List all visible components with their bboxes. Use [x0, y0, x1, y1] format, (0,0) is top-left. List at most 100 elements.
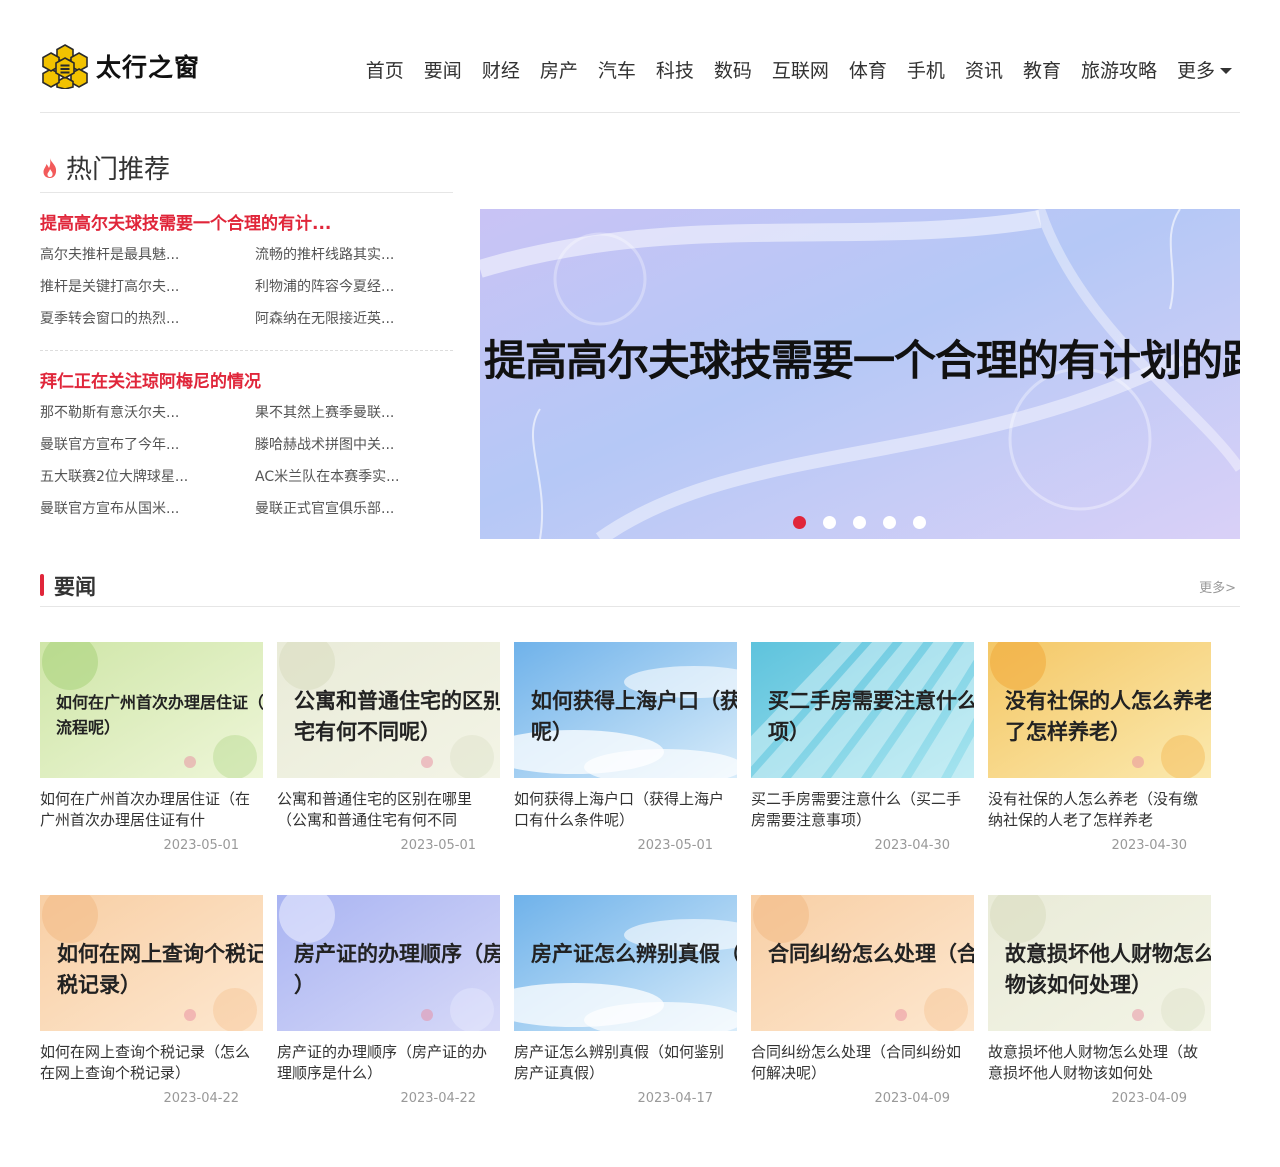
- news-card-title[interactable]: 如何在广州首次办理居住证（在广州首次办理居住证有什: [40, 789, 263, 831]
- news-card[interactable]: 如何在网上查询个税记 税记录） 如何在网上查询个税记录（怎么在网上查询个税记录） 20…: [40, 895, 263, 1106]
- news-thumbnail[interactable]: 如何在网上查询个税记 税记录）: [40, 895, 263, 1031]
- banner-carousel[interactable]: 提高高尔夫球技需要一个合理的有计划的路径: [480, 209, 1240, 539]
- hot-link[interactable]: 曼联官方宣布从国米...: [40, 498, 255, 520]
- news-thumbnail[interactable]: 没有社保的人怎么养老 了怎样养老）: [988, 642, 1211, 778]
- news-card-title[interactable]: 没有社保的人怎么养老（没有缴纳社保的人老了怎样养老: [988, 789, 1211, 831]
- news-card-title[interactable]: 如何在网上查询个税记录（怎么在网上查询个税记录）: [40, 1042, 263, 1084]
- hot-link[interactable]: 那不勒斯有意沃尔夫...: [40, 402, 255, 424]
- hot-link[interactable]: 曼联官方宣布了今年...: [40, 434, 255, 456]
- news-card[interactable]: 如何获得上海户口（获 呢） 如何获得上海户口（获得上海户口有什么条件呢） 2023-0…: [514, 642, 737, 853]
- thumbnail-caption-line: 如何获得上海户口（获: [531, 689, 737, 713]
- hot-link[interactable]: AC米兰队在本赛季实...: [255, 466, 453, 488]
- news-card[interactable]: 如何在广州首次办理居住证（ 流程呢） 如何在广州首次办理居住证（在广州首次办理居住证…: [40, 642, 263, 853]
- news-card-title[interactable]: 故意损坏他人财物怎么处理（故意损坏他人财物该如何处: [988, 1042, 1211, 1084]
- news-thumbnail[interactable]: 合同纠纷怎么处理（合: [751, 895, 974, 1031]
- news-card[interactable]: 房产证怎么辨别真假（如房产证怎么辨别真假（如何鉴别房产证真假） 2023-04-1…: [514, 895, 737, 1106]
- thumbnail-caption: 公寓和普通住宅的区别 宅有何不同呢）: [294, 686, 500, 748]
- nav-item[interactable]: 互联网: [772, 56, 829, 83]
- hot-link[interactable]: 阿森纳在无限接近英...: [255, 308, 453, 330]
- nav-item[interactable]: 财经: [482, 56, 520, 83]
- news-card[interactable]: 买二手房需要注意什么 项） 买二手房需要注意什么（买二手房需要注意事项） 2023-0…: [751, 642, 974, 853]
- news-card-title[interactable]: 如何获得上海户口（获得上海户口有什么条件呢）: [514, 789, 737, 831]
- nav-item[interactable]: 要闻: [424, 56, 462, 83]
- news-card-title[interactable]: 合同纠纷怎么处理（合同纠纷如何解决呢）: [751, 1042, 974, 1084]
- news-card-title[interactable]: 买二手房需要注意什么（买二手房需要注意事项）: [751, 789, 974, 831]
- thumbnail-caption-line: 没有社保的人怎么养老: [1005, 689, 1211, 713]
- hot-group: 拜仁正在关注琼阿梅尼的情况 那不勒斯有意沃尔夫... 果不其然上赛季曼联... 曼联官…: [40, 351, 453, 520]
- nav-item[interactable]: 数码: [714, 56, 752, 83]
- fire-icon: [43, 157, 57, 178]
- news-card[interactable]: 故意损坏他人财物怎么 物该如何处理） 故意损坏他人财物怎么处理（故意损坏他人财物该如…: [988, 895, 1211, 1106]
- carousel-dot[interactable]: [823, 516, 836, 529]
- hot-link[interactable]: 流畅的推杆线路其实...: [255, 244, 453, 266]
- caret-down-icon: [1220, 67, 1232, 74]
- thumbnail-caption: 故意损坏他人财物怎么 物该如何处理）: [1005, 939, 1211, 1001]
- carousel-dot[interactable]: [883, 516, 896, 529]
- carousel-dot[interactable]: [853, 516, 866, 529]
- news-card[interactable]: 没有社保的人怎么养老 了怎样养老） 没有社保的人怎么养老（没有缴纳社保的人老了怎样养…: [988, 642, 1211, 853]
- main-nav: 首页 要闻 财经 房产 汽车 科技 数码 互联网 体育 手机 资讯 教育 旅游攻略 更多: [346, 56, 1232, 83]
- nav-item[interactable]: 手机: [907, 56, 945, 83]
- news-card-date: 2023-04-22: [163, 1091, 239, 1106]
- hot-link[interactable]: 曼联正式官宣俱乐部...: [255, 498, 453, 520]
- thumbnail-caption-line: 房产证怎么辨别真假（如: [531, 942, 737, 966]
- thumbnail-caption-line: 项）: [768, 720, 810, 744]
- news-card[interactable]: 房产证的办理顺序（房 ） 房产证的办理顺序（房产证的办理顺序是什么） 2023-04-…: [277, 895, 500, 1106]
- thumbnail-caption-line: 合同纠纷怎么处理（合: [768, 942, 974, 966]
- hot-lead-link[interactable]: 提高高尔夫球技需要一个合理的有计...: [40, 209, 453, 234]
- thumbnail-caption: 如何在广州首次办理居住证（ 流程呢）: [56, 690, 263, 740]
- hot-link[interactable]: 利物浦的阵容今夏经...: [255, 276, 453, 298]
- carousel-dot[interactable]: [913, 516, 926, 529]
- news-card-title[interactable]: 公寓和普通住宅的区别在哪里（公寓和普通住宅有何不同: [277, 789, 500, 831]
- hot-link[interactable]: 果不其然上赛季曼联...: [255, 402, 453, 424]
- carousel-dot[interactable]: [793, 516, 806, 529]
- nav-item[interactable]: 汽车: [598, 56, 636, 83]
- nav-item[interactable]: 首页: [366, 56, 404, 83]
- thumbnail-caption-line: 如何在网上查询个税记: [57, 942, 263, 966]
- thumbnail-caption: 房产证怎么辨别真假（如: [531, 939, 737, 970]
- news-thumbnail[interactable]: 如何获得上海户口（获 呢）: [514, 642, 737, 778]
- hot-link[interactable]: 高尔夫推杆是最具魅...: [40, 244, 255, 266]
- thumbnail-caption-line: 公寓和普通住宅的区别: [294, 689, 500, 713]
- news-title: 要闻: [54, 575, 96, 599]
- thumbnail-caption-line: 如何在广州首次办理居住证（: [56, 693, 263, 712]
- nav-item[interactable]: 房产: [540, 56, 578, 83]
- news-card-title[interactable]: 房产证的办理顺序（房产证的办理顺序是什么）: [277, 1042, 500, 1084]
- nav-item[interactable]: 资讯: [965, 56, 1003, 83]
- hot-link[interactable]: 五大联赛2位大牌球星...: [40, 466, 255, 488]
- news-card[interactable]: 合同纠纷怎么处理（合 合同纠纷怎么处理（合同纠纷如何解决呢） 2023-04-09: [751, 895, 974, 1106]
- hot-title: 热门推荐: [66, 155, 171, 185]
- news-header: 要闻 更多>: [40, 566, 1240, 607]
- nav-more-dropdown[interactable]: 更多: [1177, 56, 1232, 83]
- hot-link[interactable]: 推杆是关键打高尔夫...: [40, 276, 255, 298]
- nav-item[interactable]: 科技: [656, 56, 694, 83]
- nav-item[interactable]: 旅游攻略: [1081, 56, 1157, 83]
- thumbnail-caption-line: 呢）: [531, 720, 573, 744]
- news-thumbnail[interactable]: 故意损坏他人财物怎么 物该如何处理）: [988, 895, 1211, 1031]
- news-thumbnail[interactable]: 房产证的办理顺序（房 ）: [277, 895, 500, 1031]
- news-more-link[interactable]: 更多>: [1199, 577, 1236, 596]
- site-header: 太行之窗 首页 要闻 财经 房产 汽车 科技 数码 互联网 体育 手机 资讯 教育 旅游攻略 更多: [40, 28, 1240, 113]
- news-thumbnail[interactable]: 公寓和普通住宅的区别 宅有何不同呢）: [277, 642, 500, 778]
- thumbnail-caption: 买二手房需要注意什么 项）: [768, 686, 974, 748]
- thumbnail-caption-line: 宅有何不同呢）: [294, 720, 441, 744]
- news-thumbnail[interactable]: 如何在广州首次办理居住证（ 流程呢）: [40, 642, 263, 778]
- thumbnail-caption: 房产证的办理顺序（房 ）: [294, 939, 500, 1001]
- nav-item[interactable]: 教育: [1023, 56, 1061, 83]
- news-row: 如何在网上查询个税记 税记录） 如何在网上查询个税记录（怎么在网上查询个税记录） 20…: [40, 895, 1240, 1106]
- nav-item[interactable]: 体育: [849, 56, 887, 83]
- thumbnail-caption-line: ）: [294, 973, 315, 997]
- news-card-date: 2023-05-01: [400, 838, 476, 853]
- hot-lead-link[interactable]: 拜仁正在关注琼阿梅尼的情况: [40, 367, 453, 392]
- hot-header: 热门推荐: [40, 143, 453, 193]
- hot-link[interactable]: 滕哈赫战术拼图中关...: [255, 434, 453, 456]
- hot-link[interactable]: 夏季转会窗口的热烈...: [40, 308, 255, 330]
- site-logo[interactable]: 太行之窗: [42, 43, 200, 89]
- thumbnail-caption-line: 买二手房需要注意什么: [768, 689, 974, 713]
- news-card-title[interactable]: 房产证怎么辨别真假（如何鉴别房产证真假）: [514, 1042, 737, 1084]
- news-thumbnail[interactable]: 房产证怎么辨别真假（如: [514, 895, 737, 1031]
- news-card-date: 2023-04-22: [400, 1091, 476, 1106]
- thumbnail-caption: 没有社保的人怎么养老 了怎样养老）: [1005, 686, 1211, 748]
- news-thumbnail[interactable]: 买二手房需要注意什么 项）: [751, 642, 974, 778]
- news-card[interactable]: 公寓和普通住宅的区别 宅有何不同呢） 公寓和普通住宅的区别在哪里（公寓和普通住宅有何…: [277, 642, 500, 853]
